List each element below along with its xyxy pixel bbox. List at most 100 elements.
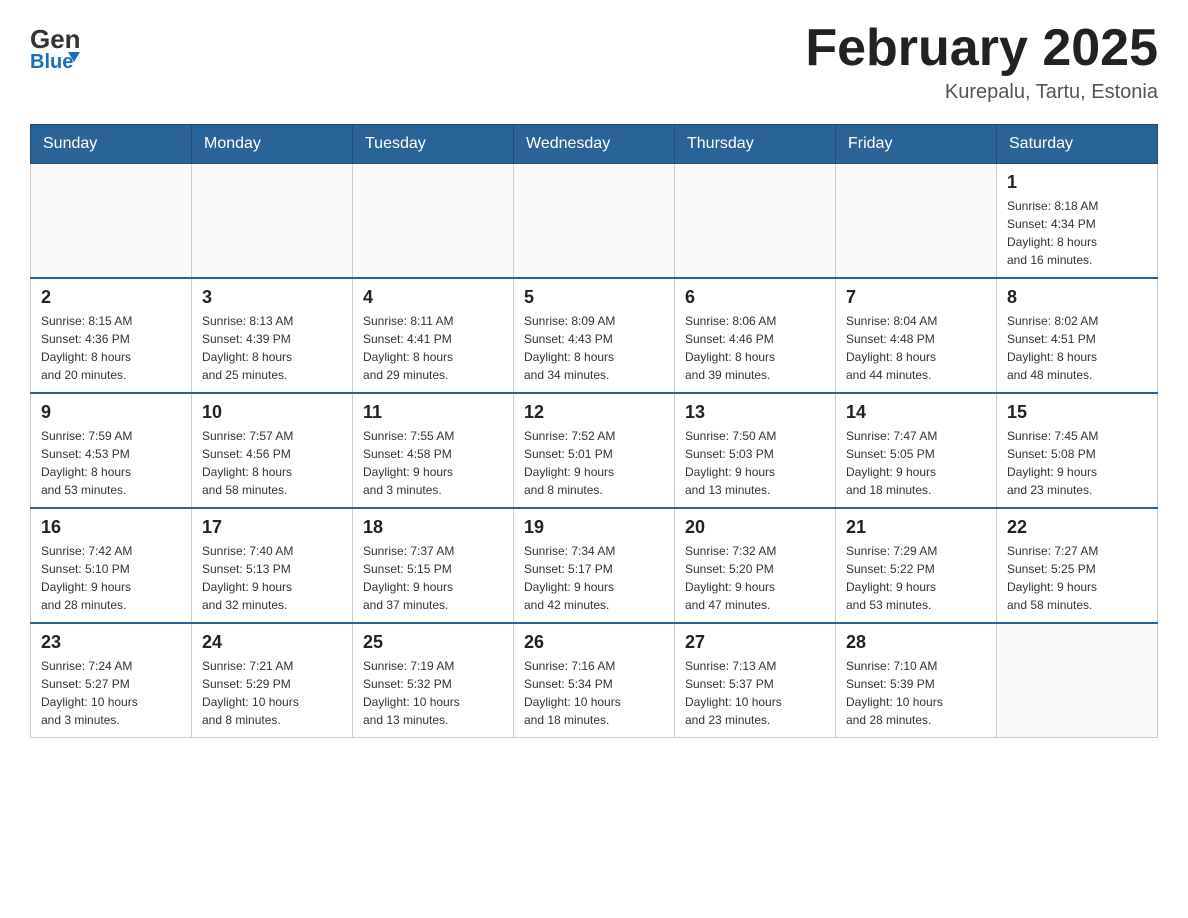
table-row: 1 Sunrise: 8:18 AMSunset: 4:34 PMDaylight… <box>997 164 1158 279</box>
table-row <box>836 164 997 279</box>
table-row: 22 Sunrise: 7:27 AMSunset: 5:25 PMDayligh… <box>997 508 1158 623</box>
day-number: 7 <box>846 287 986 308</box>
day-info: Sunrise: 8:18 AMSunset: 4:34 PMDaylight:… <box>1007 197 1147 269</box>
header-wednesday: Wednesday <box>514 125 675 164</box>
logo: General Blue <box>30 20 80 75</box>
day-number: 24 <box>202 632 342 653</box>
day-info: Sunrise: 7:29 AMSunset: 5:22 PMDaylight:… <box>846 542 986 614</box>
table-row: 5Sunrise: 8:09 AMSunset: 4:43 PMDaylight… <box>514 278 675 393</box>
table-row: 24 Sunrise: 7:21 AMSunset: 5:29 PMDayligh… <box>192 623 353 738</box>
day-info: Sunrise: 8:06 AMSunset: 4:46 PMDaylight:… <box>685 312 825 384</box>
day-number: 2 <box>41 287 181 308</box>
day-info: Sunrise: 8:02 AMSunset: 4:51 PMDaylight:… <box>1007 312 1147 384</box>
calendar-week-row: 16 Sunrise: 7:42 AMSunset: 5:10 PMDayligh… <box>31 508 1158 623</box>
day-number: 14 <box>846 402 986 423</box>
table-row: 26Sunrise: 7:16 AMSunset: 5:34 PMDayligh… <box>514 623 675 738</box>
month-title: February 2025 <box>805 20 1158 77</box>
table-row: 10Sunrise: 7:57 AMSunset: 4:56 PMDayligh… <box>192 393 353 508</box>
day-info: Sunrise: 7:10 AMSunset: 5:39 PMDaylight:… <box>846 657 986 729</box>
day-number: 1 <box>1007 172 1147 193</box>
day-info: Sunrise: 7:19 AMSunset: 5:32 PMDaylight:… <box>363 657 503 729</box>
day-number: 26 <box>524 632 664 653</box>
day-info: Sunrise: 8:13 AMSunset: 4:39 PMDaylight:… <box>202 312 342 384</box>
day-number: 11 <box>363 402 503 423</box>
day-info: Sunrise: 7:55 AMSunset: 4:58 PMDaylight:… <box>363 427 503 499</box>
day-number: 23 <box>41 632 181 653</box>
day-info: Sunrise: 7:50 AMSunset: 5:03 PMDaylight:… <box>685 427 825 499</box>
day-number: 17 <box>202 517 342 538</box>
table-row <box>353 164 514 279</box>
table-row: 13 Sunrise: 7:50 AMSunset: 5:03 PMDayligh… <box>675 393 836 508</box>
calendar-week-row: 2 Sunrise: 8:15 AMSunset: 4:36 PMDaylight… <box>31 278 1158 393</box>
day-info: Sunrise: 7:52 AMSunset: 5:01 PMDaylight:… <box>524 427 664 499</box>
day-number: 25 <box>363 632 503 653</box>
calendar-header-row: Sunday Monday Tuesday Wednesday Thursday… <box>31 125 1158 164</box>
day-number: 19 <box>524 517 664 538</box>
day-number: 6 <box>685 287 825 308</box>
day-number: 5 <box>524 287 664 308</box>
table-row: 8 Sunrise: 8:02 AMSunset: 4:51 PMDaylight… <box>997 278 1158 393</box>
day-number: 8 <box>1007 287 1147 308</box>
table-row: 3Sunrise: 8:13 AMSunset: 4:39 PMDaylight… <box>192 278 353 393</box>
header-monday: Monday <box>192 125 353 164</box>
day-number: 22 <box>1007 517 1147 538</box>
table-row: 12 Sunrise: 7:52 AMSunset: 5:01 PMDayligh… <box>514 393 675 508</box>
day-number: 10 <box>202 402 342 423</box>
table-row: 15 Sunrise: 7:45 AMSunset: 5:08 PMDayligh… <box>997 393 1158 508</box>
day-number: 16 <box>41 517 181 538</box>
day-info: Sunrise: 7:24 AMSunset: 5:27 PMDaylight:… <box>41 657 181 729</box>
day-number: 18 <box>363 517 503 538</box>
table-row: 7 Sunrise: 8:04 AMSunset: 4:48 PMDaylight… <box>836 278 997 393</box>
table-row: 28 Sunrise: 7:10 AMSunset: 5:39 PMDayligh… <box>836 623 997 738</box>
day-number: 15 <box>1007 402 1147 423</box>
table-row: 20Sunrise: 7:32 AMSunset: 5:20 PMDayligh… <box>675 508 836 623</box>
table-row: 17 Sunrise: 7:40 AMSunset: 5:13 PMDayligh… <box>192 508 353 623</box>
day-info: Sunrise: 7:21 AMSunset: 5:29 PMDaylight:… <box>202 657 342 729</box>
table-row: 11 Sunrise: 7:55 AMSunset: 4:58 PMDayligh… <box>353 393 514 508</box>
day-info: Sunrise: 7:45 AMSunset: 5:08 PMDaylight:… <box>1007 427 1147 499</box>
day-info: Sunrise: 7:34 AMSunset: 5:17 PMDaylight:… <box>524 542 664 614</box>
table-row: 25 Sunrise: 7:19 AMSunset: 5:32 PMDayligh… <box>353 623 514 738</box>
table-row: 14 Sunrise: 7:47 AMSunset: 5:05 PMDayligh… <box>836 393 997 508</box>
svg-text:Blue: Blue <box>30 51 73 70</box>
day-number: 20 <box>685 517 825 538</box>
header-sunday: Sunday <box>31 125 192 164</box>
day-number: 13 <box>685 402 825 423</box>
logo-icon: General Blue <box>30 20 80 75</box>
day-info: Sunrise: 7:47 AMSunset: 5:05 PMDaylight:… <box>846 427 986 499</box>
header-thursday: Thursday <box>675 125 836 164</box>
day-info: Sunrise: 7:42 AMSunset: 5:10 PMDaylight:… <box>41 542 181 614</box>
table-row <box>997 623 1158 738</box>
day-number: 4 <box>363 287 503 308</box>
table-row: 2 Sunrise: 8:15 AMSunset: 4:36 PMDaylight… <box>31 278 192 393</box>
table-row <box>192 164 353 279</box>
calendar-week-row: 1 Sunrise: 8:18 AMSunset: 4:34 PMDaylight… <box>31 164 1158 279</box>
page-header: General Blue February 2025 Kurepalu, Tar… <box>30 20 1158 104</box>
day-number: 21 <box>846 517 986 538</box>
day-number: 28 <box>846 632 986 653</box>
table-row: 18 Sunrise: 7:37 AMSunset: 5:15 PMDayligh… <box>353 508 514 623</box>
day-info: Sunrise: 8:11 AMSunset: 4:41 PMDaylight:… <box>363 312 503 384</box>
header-friday: Friday <box>836 125 997 164</box>
calendar-week-row: 9Sunrise: 7:59 AMSunset: 4:53 PMDaylight… <box>31 393 1158 508</box>
table-row: 4 Sunrise: 8:11 AMSunset: 4:41 PMDaylight… <box>353 278 514 393</box>
day-number: 27 <box>685 632 825 653</box>
day-number: 12 <box>524 402 664 423</box>
table-row: 19 Sunrise: 7:34 AMSunset: 5:17 PMDayligh… <box>514 508 675 623</box>
calendar-table: Sunday Monday Tuesday Wednesday Thursday… <box>30 124 1158 738</box>
svg-text:General: General <box>30 24 80 54</box>
table-row <box>514 164 675 279</box>
table-row: 23 Sunrise: 7:24 AMSunset: 5:27 PMDayligh… <box>31 623 192 738</box>
day-info: Sunrise: 8:15 AMSunset: 4:36 PMDaylight:… <box>41 312 181 384</box>
table-row: 9Sunrise: 7:59 AMSunset: 4:53 PMDaylight… <box>31 393 192 508</box>
table-row: 21 Sunrise: 7:29 AMSunset: 5:22 PMDayligh… <box>836 508 997 623</box>
day-info: Sunrise: 7:13 AMSunset: 5:37 PMDaylight:… <box>685 657 825 729</box>
day-info: Sunrise: 8:04 AMSunset: 4:48 PMDaylight:… <box>846 312 986 384</box>
title-section: February 2025 Kurepalu, Tartu, Estonia <box>805 20 1158 104</box>
table-row <box>31 164 192 279</box>
day-info: Sunrise: 7:27 AMSunset: 5:25 PMDaylight:… <box>1007 542 1147 614</box>
table-row: 6 Sunrise: 8:06 AMSunset: 4:46 PMDaylight… <box>675 278 836 393</box>
day-info: Sunrise: 7:59 AMSunset: 4:53 PMDaylight:… <box>41 427 181 499</box>
day-info: Sunrise: 7:40 AMSunset: 5:13 PMDaylight:… <box>202 542 342 614</box>
day-info: Sunrise: 7:37 AMSunset: 5:15 PMDaylight:… <box>363 542 503 614</box>
